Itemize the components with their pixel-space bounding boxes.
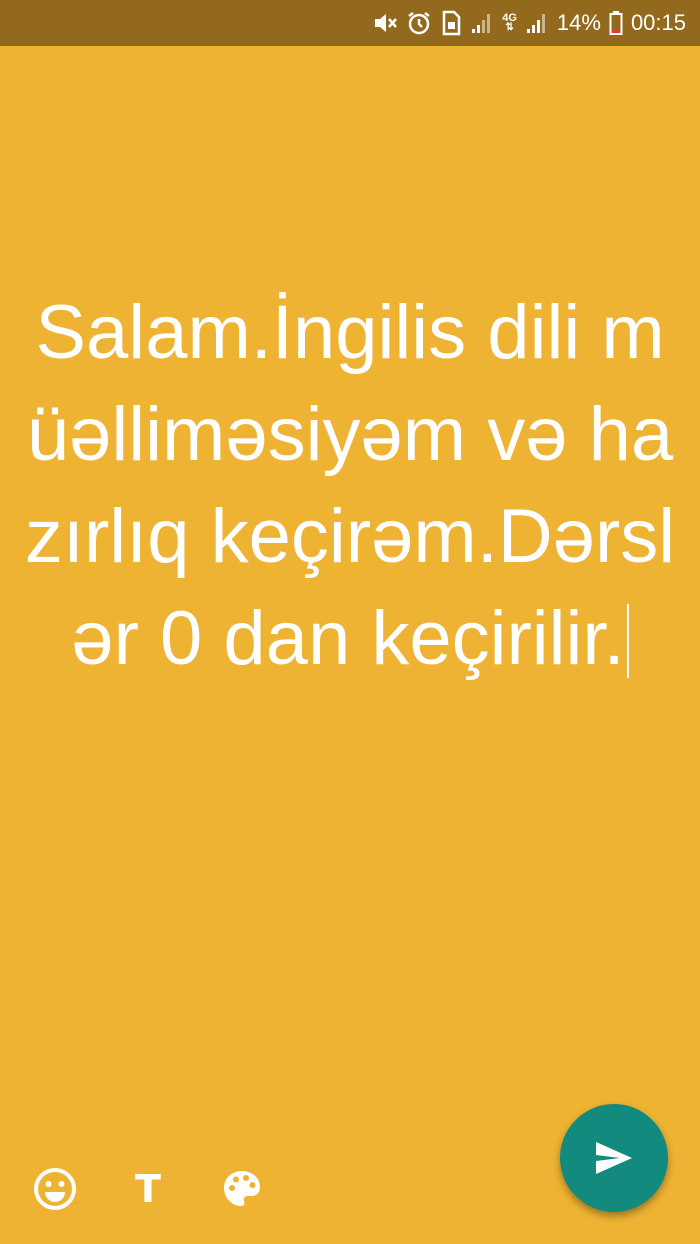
status-text-input[interactable]: Salam.İngilis dili müəllimə­siyəm və haz… bbox=[20, 282, 680, 690]
emoji-button[interactable] bbox=[32, 1166, 78, 1212]
status-icons: 4G ⇅ 14% 00:15 bbox=[372, 0, 686, 46]
text-style-button[interactable]: T bbox=[125, 1166, 171, 1212]
text-cursor bbox=[626, 604, 629, 678]
status-editor-canvas[interactable]: Salam.İngilis dili müəllimə­siyəm və haz… bbox=[0, 46, 700, 1244]
battery-percent: 14% bbox=[556, 10, 601, 35]
clock: 00:15 bbox=[630, 10, 686, 35]
network-4g-icon: 4G ⇅ bbox=[502, 12, 517, 33]
send-button[interactable] bbox=[560, 1104, 668, 1212]
sim-icon bbox=[440, 10, 462, 36]
signal-icon bbox=[470, 11, 494, 35]
alarm-icon bbox=[406, 10, 432, 36]
text-style-icon: T bbox=[135, 1167, 161, 1211]
emoji-icon bbox=[34, 1168, 76, 1210]
color-palette-button[interactable] bbox=[219, 1166, 265, 1212]
mute-icon bbox=[372, 10, 398, 36]
status-bar: 4G ⇅ 14% 00:15 bbox=[0, 0, 700, 46]
send-icon bbox=[596, 1142, 632, 1174]
battery-icon bbox=[609, 10, 623, 36]
signal-icon bbox=[525, 11, 549, 35]
palette-icon bbox=[224, 1171, 260, 1206]
status-text-content: Salam.İngilis dili müəllimə­siyəm və haz… bbox=[24, 290, 676, 681]
